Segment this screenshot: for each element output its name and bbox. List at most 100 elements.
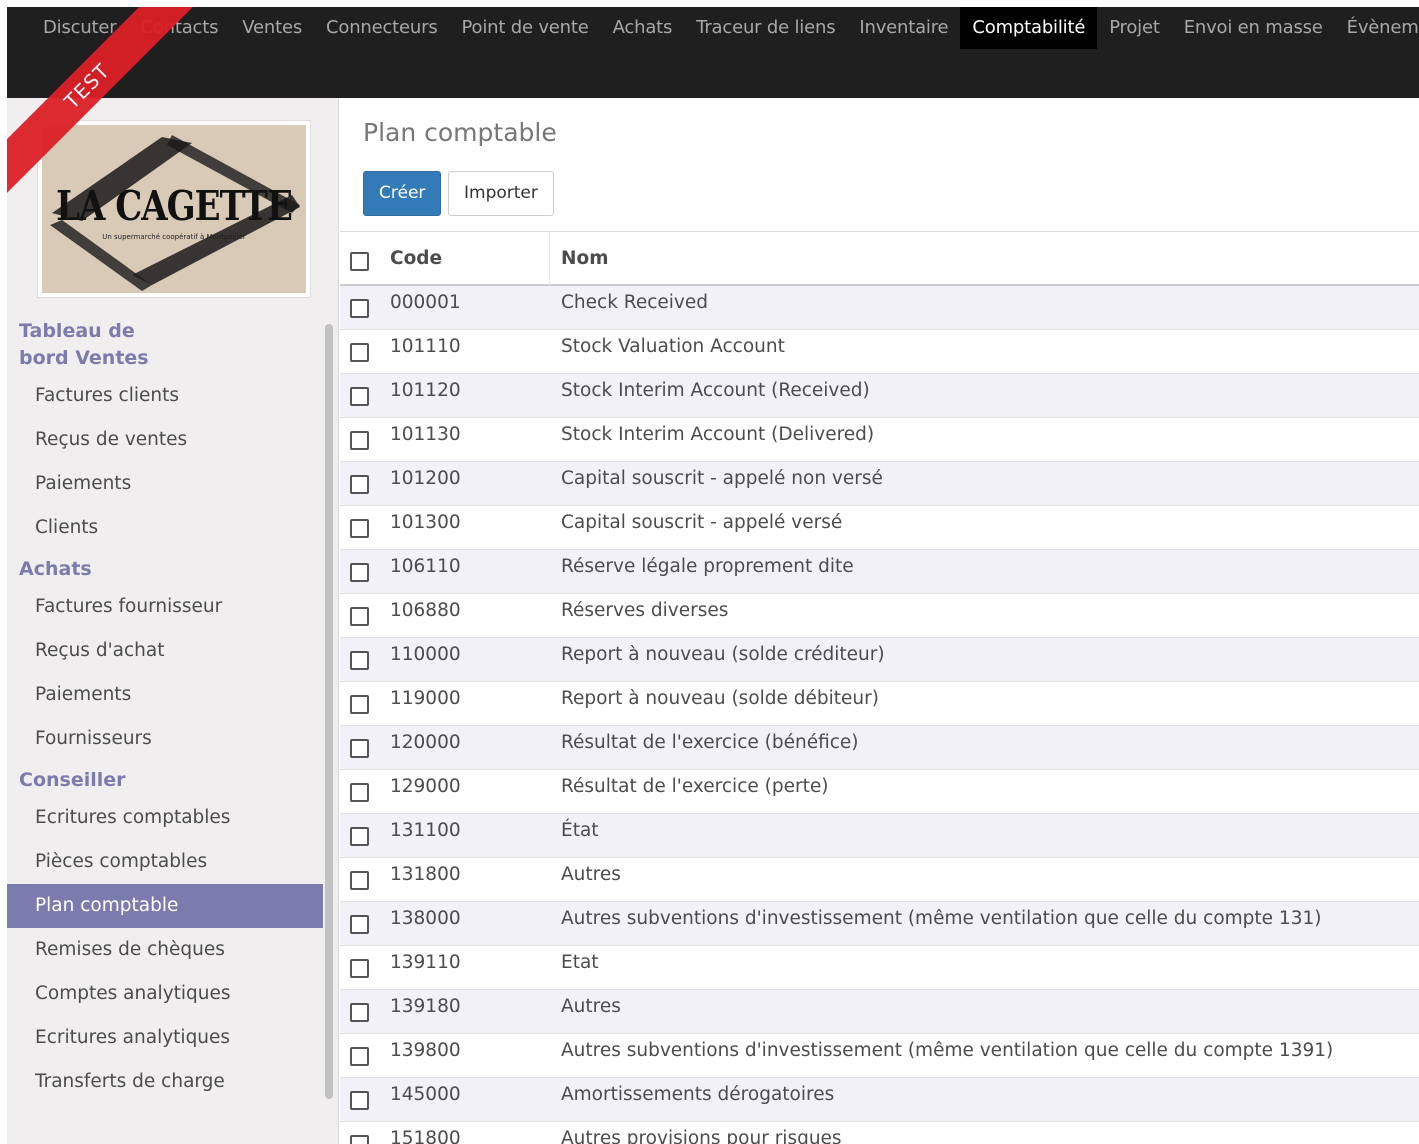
sidebar-item[interactable]: Reçus de ventes bbox=[7, 418, 323, 462]
cell-name: Résultat de l'exercice (bénéfice) bbox=[561, 732, 859, 753]
sidebar-section-heading[interactable]: Achats bbox=[7, 556, 323, 583]
row-checkbox[interactable] bbox=[350, 387, 369, 406]
row-checkbox[interactable] bbox=[350, 827, 369, 846]
cell-name: Capital souscrit - appelé non versé bbox=[561, 468, 883, 489]
table-row[interactable]: 119000 Report à nouveau (solde débiteur) bbox=[340, 682, 1419, 726]
sidebar-item[interactable]: Transferts de charge bbox=[7, 1060, 323, 1104]
topnav-item[interactable]: Projet bbox=[1097, 7, 1172, 49]
sidebar-item[interactable]: Paiements bbox=[7, 462, 323, 506]
row-checkbox[interactable] bbox=[350, 1047, 369, 1066]
sidebar-item[interactable]: Paiements bbox=[7, 673, 323, 717]
table-row[interactable]: 120000 Résultat de l'exercice (bénéfice) bbox=[340, 726, 1419, 770]
cell-code: 131800 bbox=[390, 864, 461, 885]
cell-code: 106880 bbox=[390, 600, 461, 621]
cell-code: 119000 bbox=[390, 688, 461, 709]
sidebar-item[interactable]: Ecritures comptables bbox=[7, 796, 323, 840]
column-header-name[interactable]: Nom bbox=[561, 248, 608, 269]
row-checkbox[interactable] bbox=[350, 783, 369, 802]
topnav-item[interactable]: Contacts bbox=[128, 7, 230, 49]
row-checkbox[interactable] bbox=[350, 739, 369, 758]
cell-code: 106110 bbox=[390, 556, 461, 577]
table-row[interactable]: 000001 Check Received bbox=[340, 286, 1419, 330]
cell-name: Stock Valuation Account bbox=[561, 336, 785, 357]
row-checkbox[interactable] bbox=[350, 431, 369, 450]
sidebar-item[interactable]: Fournisseurs bbox=[7, 717, 323, 761]
company-logo[interactable]: LA CAGETTE Un supermarché coopératif à M… bbox=[37, 120, 311, 298]
table-row[interactable]: 131100 État bbox=[340, 814, 1419, 858]
row-checkbox[interactable] bbox=[350, 607, 369, 626]
sidebar-item[interactable]: Pièces comptables bbox=[7, 840, 323, 884]
cell-name: Stock Interim Account (Delivered) bbox=[561, 424, 875, 445]
create-button[interactable]: Créer bbox=[363, 171, 442, 216]
table-row[interactable]: 151800 Autres provisions pour risques bbox=[340, 1122, 1419, 1144]
row-checkbox[interactable] bbox=[350, 1135, 369, 1144]
cell-name: État bbox=[561, 820, 599, 841]
sidebar-item[interactable]: Ecritures analytiques bbox=[7, 1016, 323, 1060]
row-checkbox[interactable] bbox=[350, 915, 369, 934]
topnav-item[interactable]: Point de vente bbox=[450, 7, 601, 49]
table-row[interactable]: 139180 Autres bbox=[340, 990, 1419, 1034]
sidebar-section-heading[interactable]: Tableau de bord Ventes bbox=[7, 318, 177, 372]
topnav-item[interactable]: Ventes bbox=[230, 7, 314, 49]
row-checkbox[interactable] bbox=[350, 959, 369, 978]
table-row[interactable]: 101110 Stock Valuation Account bbox=[340, 330, 1419, 374]
row-checkbox[interactable] bbox=[350, 299, 369, 318]
table-row[interactable]: 101130 Stock Interim Account (Delivered) bbox=[340, 418, 1419, 462]
cell-code: 101110 bbox=[390, 336, 461, 357]
cell-name: Réserve légale proprement dite bbox=[561, 556, 854, 577]
sidebar-item[interactable]: Comptes analytiques bbox=[7, 972, 323, 1016]
row-checkbox[interactable] bbox=[350, 695, 369, 714]
sidebar-item[interactable]: Factures fournisseur bbox=[7, 585, 323, 629]
cell-name: Etat bbox=[561, 952, 599, 973]
topnav-item[interactable]: Achats bbox=[601, 7, 685, 49]
table-row[interactable]: 129000 Résultat de l'exercice (perte) bbox=[340, 770, 1419, 814]
row-checkbox[interactable] bbox=[350, 343, 369, 362]
table-row[interactable]: 101120 Stock Interim Account (Received) bbox=[340, 374, 1419, 418]
top-navbar: Discuter Contacts Ventes Connecteurs Point d… bbox=[7, 7, 1419, 98]
row-checkbox[interactable] bbox=[350, 1003, 369, 1022]
cell-name: Autres bbox=[561, 996, 621, 1017]
table-row[interactable]: 106880 Réserves diverses bbox=[340, 594, 1419, 638]
topnav-item[interactable]: Évènem bbox=[1335, 7, 1419, 49]
sidebar-item[interactable]: Factures clients bbox=[7, 374, 323, 418]
table-row[interactable]: 145000 Amortissements dérogatoires bbox=[340, 1078, 1419, 1122]
sidebar-scrollbar[interactable] bbox=[325, 324, 333, 1099]
cell-code: 139110 bbox=[390, 952, 461, 973]
sidebar-item[interactable]: Plan comptable bbox=[7, 884, 323, 928]
cell-code: 129000 bbox=[390, 776, 461, 797]
topnav-item[interactable]: Discuter bbox=[7, 7, 128, 49]
sidebar-section-heading[interactable]: Conseiller bbox=[7, 767, 323, 794]
row-checkbox[interactable] bbox=[350, 651, 369, 670]
row-checkbox[interactable] bbox=[350, 519, 369, 538]
row-checkbox[interactable] bbox=[350, 1091, 369, 1110]
table-row[interactable]: 106110 Réserve légale proprement dite bbox=[340, 550, 1419, 594]
table-row[interactable]: 131800 Autres bbox=[340, 858, 1419, 902]
page-title: Plan comptable bbox=[363, 118, 557, 147]
cell-name: Stock Interim Account (Received) bbox=[561, 380, 870, 401]
import-button[interactable]: Importer bbox=[448, 171, 554, 216]
select-all-checkbox[interactable] bbox=[350, 252, 369, 271]
table-row[interactable]: 110000 Report à nouveau (solde créditeur) bbox=[340, 638, 1419, 682]
cell-code: 101300 bbox=[390, 512, 461, 533]
topnav-item[interactable]: Connecteurs bbox=[314, 7, 450, 49]
sidebar-item[interactable]: Remises de chèques bbox=[7, 928, 323, 972]
table-row[interactable]: 139110 Etat bbox=[340, 946, 1419, 990]
table-row[interactable]: 138000 Autres subventions d'investissemen… bbox=[340, 902, 1419, 946]
sidebar-item[interactable]: Reçus d'achat bbox=[7, 629, 323, 673]
column-header-code[interactable]: Code bbox=[390, 248, 442, 269]
main-content: Plan comptable Créer Importer Code Nom 0… bbox=[340, 98, 1419, 1144]
row-checkbox[interactable] bbox=[350, 871, 369, 890]
table-row[interactable]: 101300 Capital souscrit - appelé versé bbox=[340, 506, 1419, 550]
accounts-table: Code Nom 000001 Check Received 101110 Stock… bbox=[340, 231, 1419, 1144]
row-checkbox[interactable] bbox=[350, 563, 369, 582]
topnav-item[interactable]: Envoi en masse bbox=[1172, 7, 1335, 49]
cell-code: 110000 bbox=[390, 644, 461, 665]
topnav-item[interactable]: Inventaire bbox=[847, 7, 960, 49]
topnav-item[interactable]: Traceur de liens bbox=[684, 7, 847, 49]
topnav-item[interactable]: Comptabilité bbox=[960, 7, 1098, 49]
table-row[interactable]: 101200 Capital souscrit - appelé non vers… bbox=[340, 462, 1419, 506]
table-row[interactable]: 139800 Autres subventions d'investissemen… bbox=[340, 1034, 1419, 1078]
sidebar-item[interactable]: Clients bbox=[7, 506, 323, 550]
row-checkbox[interactable] bbox=[350, 475, 369, 494]
cell-name: Autres provisions pour risques bbox=[561, 1128, 842, 1144]
